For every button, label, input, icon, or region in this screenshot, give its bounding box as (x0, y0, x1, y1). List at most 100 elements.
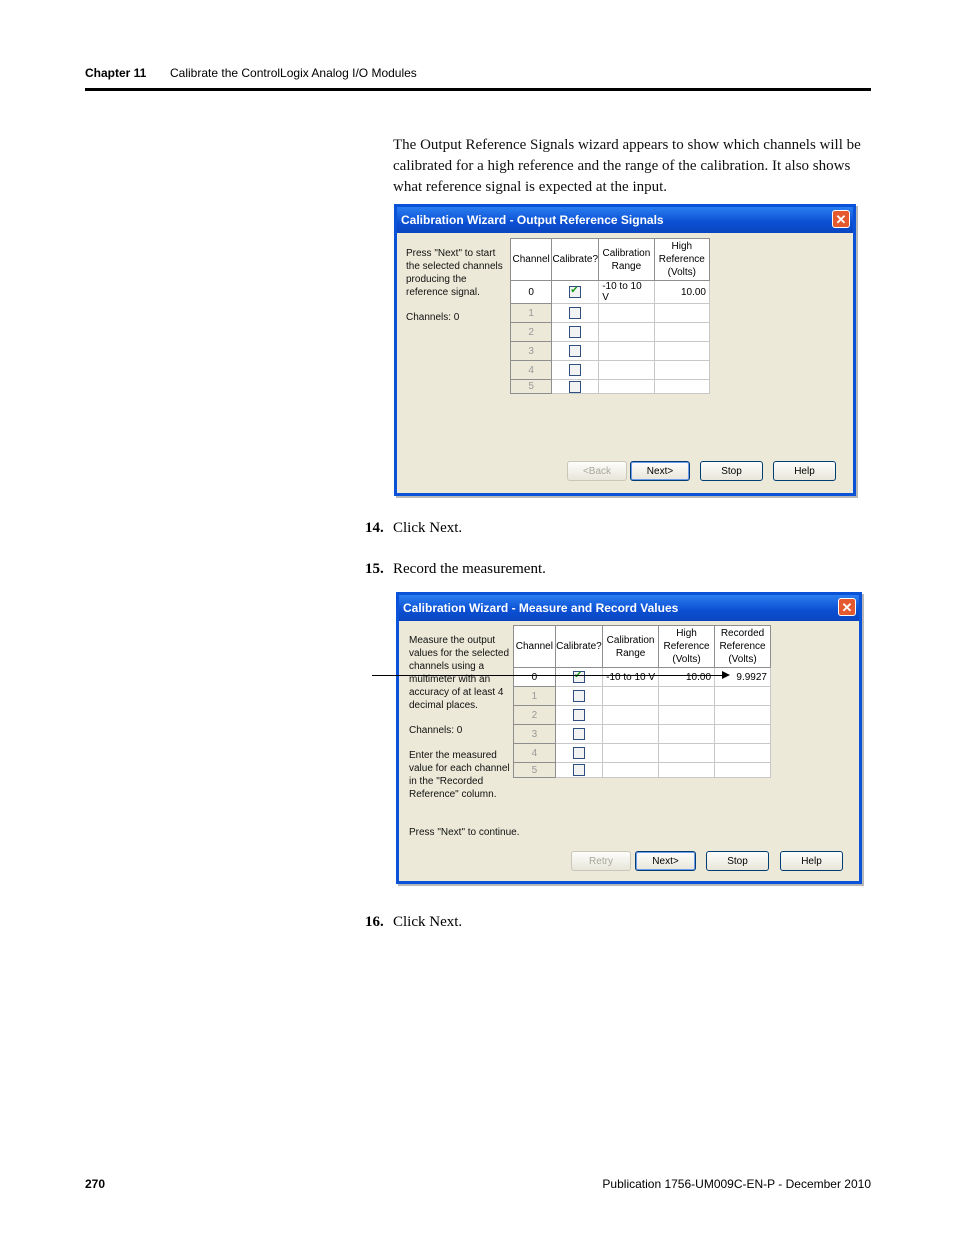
help-button[interactable]: Help (773, 461, 836, 481)
range-cell (602, 724, 660, 744)
col-calibration-range: Calibration Range (598, 238, 655, 281)
channel-cell: 2 (513, 705, 556, 725)
calibrate-cell[interactable] (554, 743, 604, 763)
calibrate-cell[interactable] (551, 379, 600, 394)
dialog-instructions: Press "Next" to start the selected chann… (406, 248, 503, 298)
dialog-title-bar: Calibration Wizard - Measure and Record … (399, 595, 859, 621)
channel-cell: 3 (513, 724, 556, 744)
col-calibrate: Calibrate? (551, 238, 600, 281)
calibration-wizard-dialog-output-reference: Calibration Wizard - Output Reference Si… (394, 204, 856, 496)
page-number: 270 (85, 1177, 106, 1191)
channel-cell: 0 (509, 280, 553, 304)
calibrate-cell[interactable] (551, 280, 600, 304)
col-calibrate: Calibrate? (554, 625, 604, 668)
checkbox-icon[interactable] (572, 728, 585, 740)
table-row[interactable]: 2 (509, 322, 711, 342)
calibrate-cell[interactable] (554, 705, 604, 725)
table-row[interactable]: 0 -10 to 10 V 10.00 (509, 280, 711, 304)
high-reference-cell (658, 762, 716, 778)
stop-button[interactable]: Stop (700, 461, 763, 481)
range-cell (598, 379, 655, 394)
range-cell (598, 322, 655, 342)
checkbox-icon[interactable] (572, 747, 585, 759)
recorded-reference-input[interactable] (714, 724, 771, 744)
calibrate-cell[interactable] (554, 686, 604, 706)
chapter-title: Calibrate the ControlLogix Analog I/O Mo… (170, 66, 417, 80)
checkbox-icon[interactable] (569, 380, 582, 393)
recorded-reference-input[interactable] (714, 743, 771, 763)
col-recorded-reference: Recorded Reference (Volts) (714, 625, 771, 668)
step-15: 15. Record the measurement. (365, 561, 546, 577)
checkbox-icon[interactable] (569, 307, 582, 319)
high-reference-cell (658, 705, 716, 725)
high-reference-cell (653, 379, 711, 394)
next-button[interactable]: Next> (630, 461, 690, 481)
checkbox-icon[interactable] (572, 690, 585, 702)
col-calibration-range: Calibration Range (602, 625, 660, 668)
close-icon[interactable]: ✕ (838, 598, 856, 616)
high-reference-cell (658, 743, 716, 763)
range-cell (598, 341, 655, 361)
calibrate-cell[interactable] (554, 762, 604, 778)
calibrate-cell[interactable] (551, 360, 600, 380)
channels-table: Channel Calibrate? Calibration Range Hig… (509, 238, 711, 394)
table-row[interactable]: 4 (509, 360, 711, 380)
table-row[interactable]: 1 (509, 303, 711, 323)
range-cell (598, 303, 655, 323)
col-high-reference: High Reference (Volts) (658, 625, 716, 668)
stop-button[interactable]: Stop (706, 851, 769, 871)
channel-cell: 4 (513, 743, 556, 763)
checkbox-icon[interactable] (572, 709, 585, 721)
table-row[interactable]: 0 -10 to 10 V 10.00 9.9927 (513, 667, 771, 687)
high-reference-cell (653, 322, 711, 342)
calibration-wizard-dialog-measure-record: Calibration Wizard - Measure and Record … (396, 592, 862, 884)
range-cell: -10 to 10 V (602, 667, 660, 687)
range-cell (598, 360, 655, 380)
dialog-title: Calibration Wizard - Output Reference Si… (401, 213, 664, 227)
close-icon[interactable]: ✕ (832, 210, 850, 228)
dialog-instructions-record: Enter the measured value for each channe… (409, 750, 510, 800)
range-cell (602, 762, 660, 778)
high-reference-cell (653, 303, 711, 323)
next-button[interactable]: Next> (635, 851, 696, 871)
table-row[interactable]: 3 (509, 341, 711, 361)
channels-text: Channels: 0 (409, 725, 463, 736)
range-cell (602, 686, 660, 706)
recorded-reference-input[interactable] (714, 686, 771, 706)
calibrate-cell[interactable] (554, 724, 604, 744)
table-row[interactable]: 4 (513, 743, 771, 763)
recorded-reference-input[interactable] (714, 762, 771, 778)
high-reference-cell: 10.00 (658, 667, 716, 687)
help-button[interactable]: Help (780, 851, 843, 871)
page-header: Chapter 11 Calibrate the ControlLogix An… (85, 66, 417, 80)
dialog-title-bar: Calibration Wizard - Output Reference Si… (397, 207, 853, 233)
header-rule (85, 88, 871, 91)
table-row[interactable]: 5 (513, 762, 771, 778)
channel-cell: 1 (513, 686, 556, 706)
col-high-reference: High Reference (Volts) (653, 238, 711, 281)
step-16: 16. Click Next. (365, 914, 463, 930)
table-row[interactable]: 3 (513, 724, 771, 744)
table-row[interactable]: 1 (513, 686, 771, 706)
calibrate-cell[interactable] (554, 667, 604, 687)
recorded-reference-input[interactable] (714, 705, 771, 725)
table-row[interactable]: 2 (513, 705, 771, 725)
high-reference-cell (653, 341, 711, 361)
checkbox-checked-icon[interactable] (569, 285, 582, 298)
calibrate-cell[interactable] (551, 341, 600, 361)
checkbox-icon[interactable] (569, 364, 582, 376)
checkbox-icon[interactable] (569, 326, 582, 338)
channels-table: Channel Calibrate? Calibration Range Hig… (513, 625, 771, 778)
channel-cell: 2 (509, 322, 553, 342)
range-cell (602, 705, 660, 725)
back-button[interactable]: <Back (567, 461, 627, 481)
checkbox-checked-icon[interactable] (572, 670, 585, 683)
checkbox-icon[interactable] (569, 345, 582, 357)
dialog-instructions-continue: Press "Next" to continue. (409, 827, 520, 838)
high-reference-cell: 10.00 (653, 280, 711, 304)
calibrate-cell[interactable] (551, 303, 600, 323)
calibrate-cell[interactable] (551, 322, 600, 342)
retry-button[interactable]: Retry (571, 851, 631, 871)
checkbox-icon[interactable] (572, 764, 585, 776)
table-row[interactable]: 5 (509, 379, 711, 394)
